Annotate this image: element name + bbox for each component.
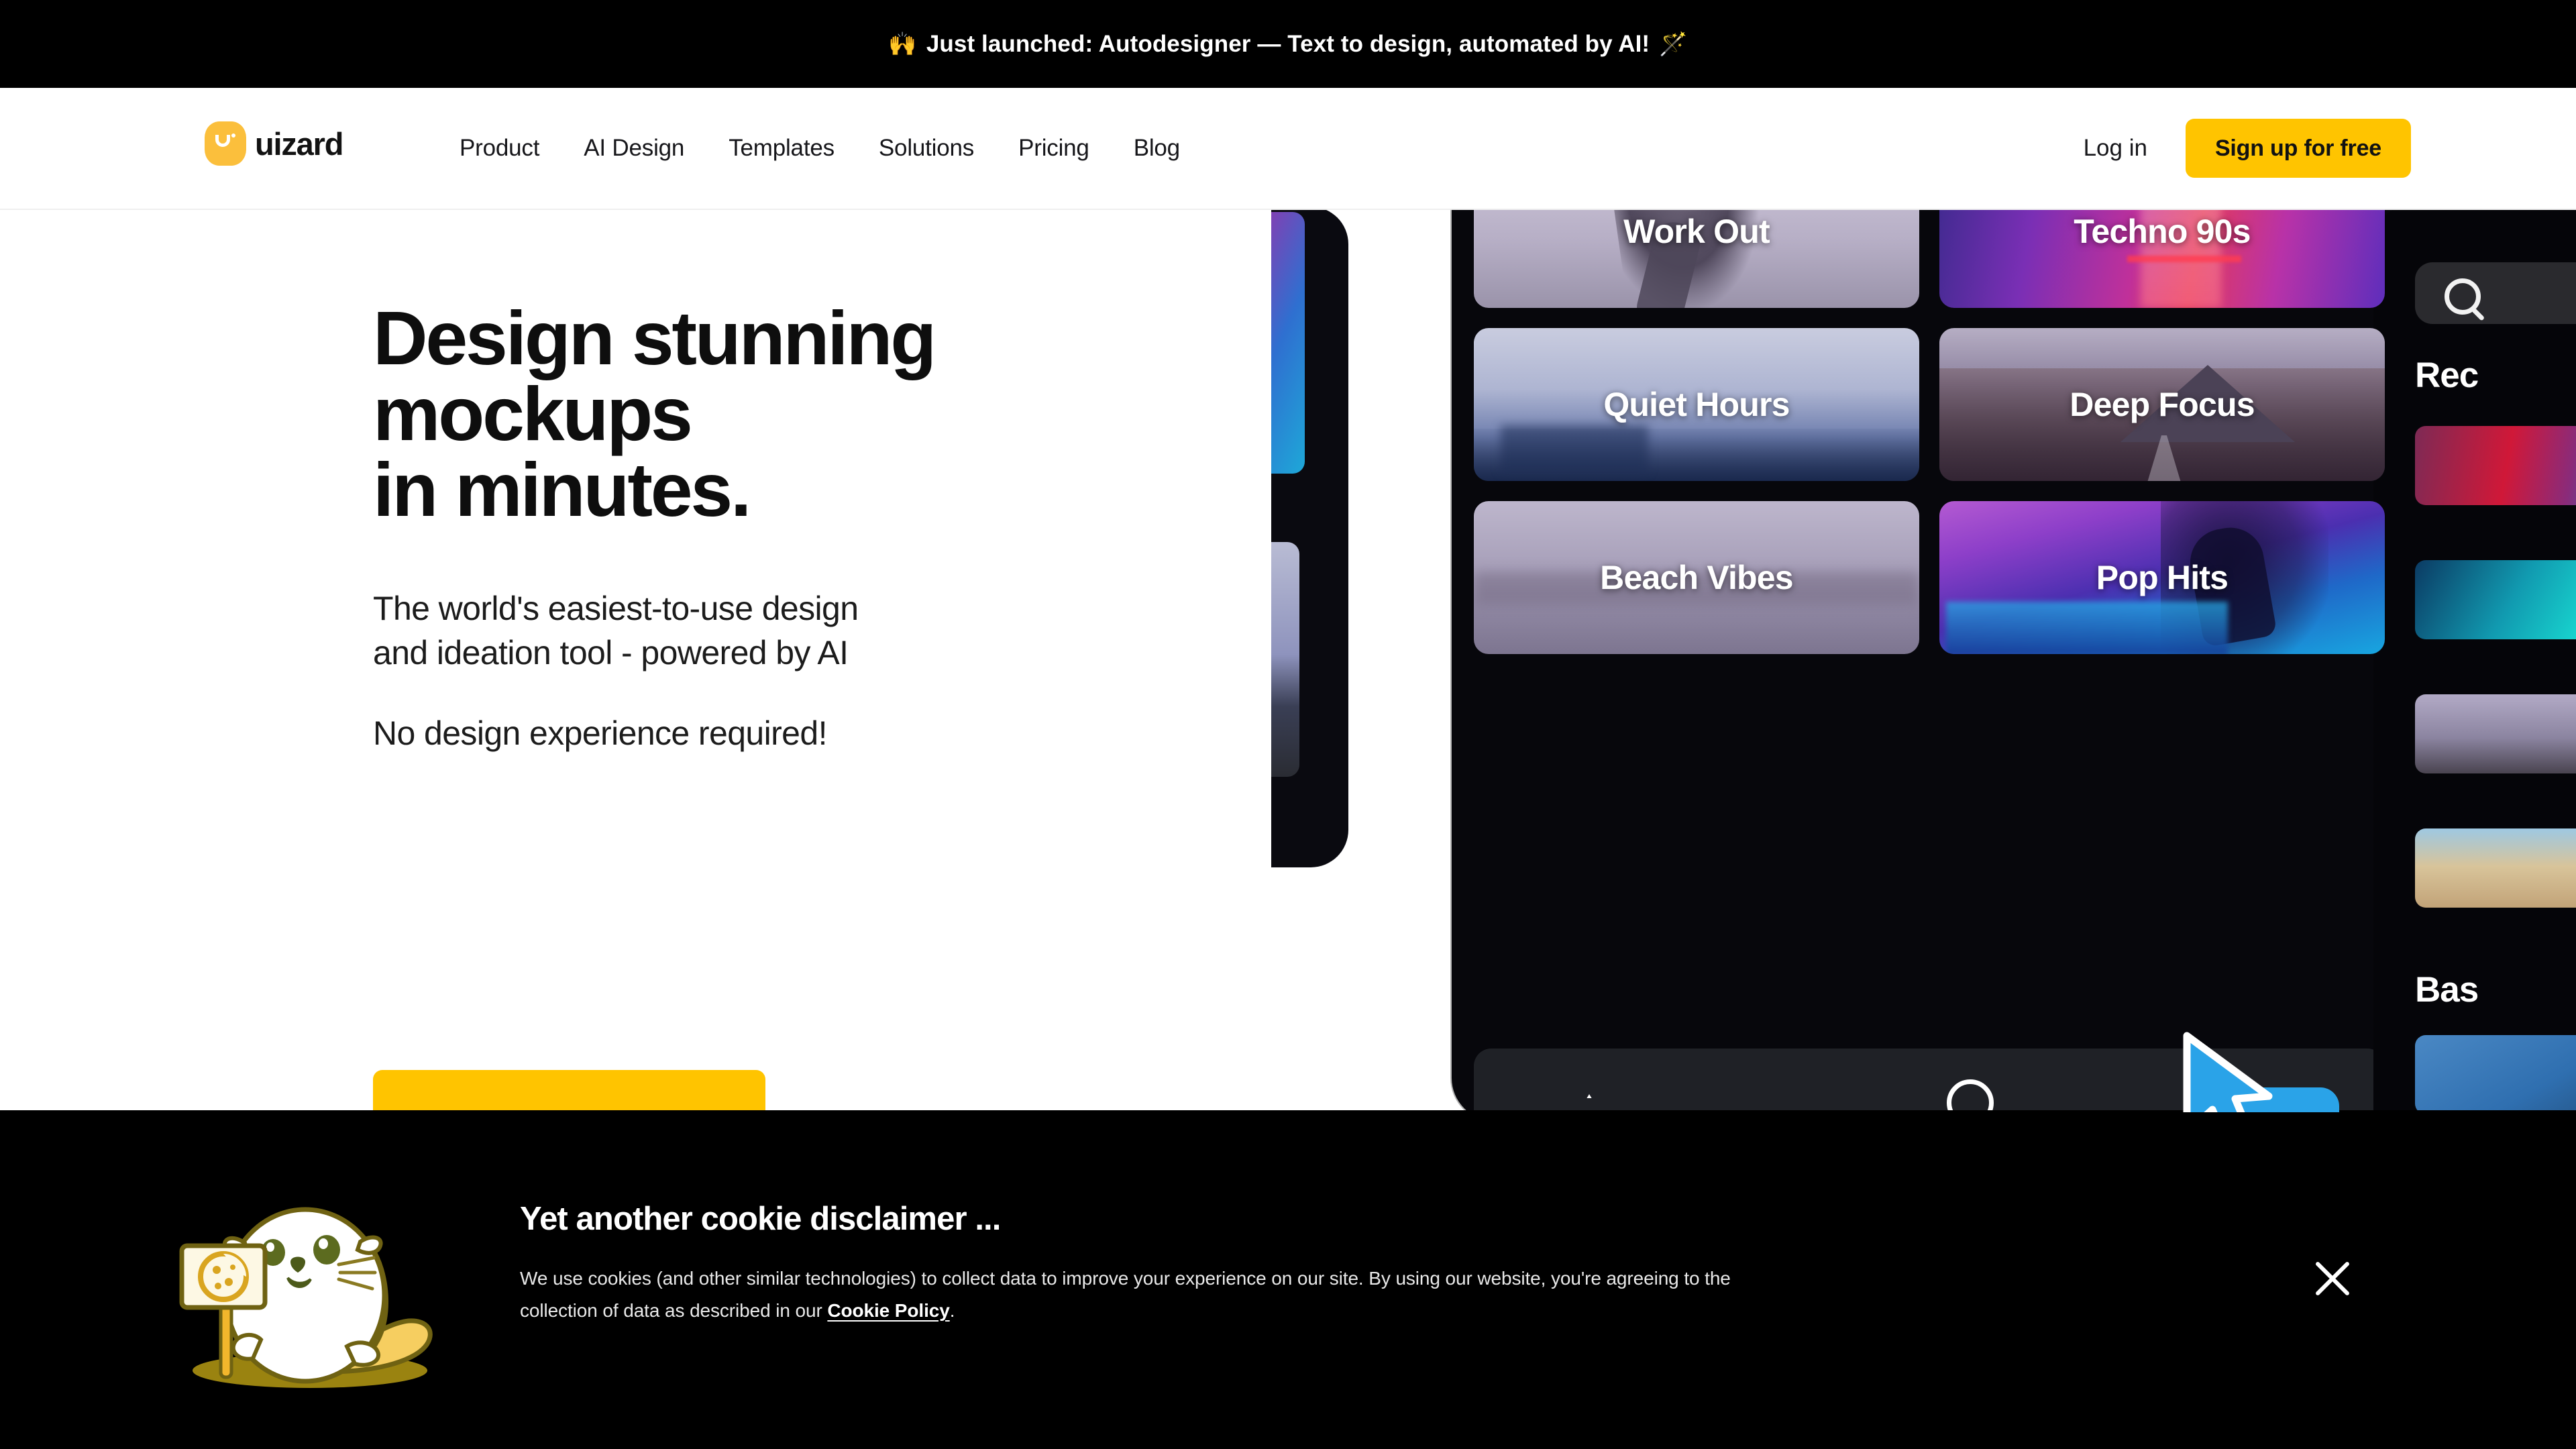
logo-home-link[interactable]: uizard [205,121,343,166]
tile-row: Work Out Techno 90s [1474,210,2385,308]
hero-cta-button[interactable] [373,1070,765,1112]
hero-section: Design stunning mockups in minutes. The … [0,210,2576,1112]
signup-button[interactable]: Sign up for free [2185,119,2411,178]
hero-note: No design experience required! [373,714,827,752]
right-phone-list-item[interactable] [2415,560,2576,639]
cookie-banner-body: We use cookies (and other similar techno… [520,1236,1781,1327]
right-phone-list-item[interactable] [2415,828,2576,908]
logo-wordmark: uizard [255,125,343,162]
login-link[interactable]: Log in [2084,135,2147,162]
logo-smile-shape [215,135,230,147]
phone-mockup-main: Work Out Techno 90s Quiet Hours Deep Foc… [1452,210,2408,1112]
phone-mockup-left [1271,210,1348,867]
cookie-body-part-1: We use cookies (and other similar techno… [520,1268,1731,1322]
search-icon[interactable] [1947,1079,1994,1112]
playlist-tile-quiet-hours[interactable]: Quiet Hours [1474,328,1919,481]
tile-label: Beach Vibes [1600,559,1793,596]
cookie-policy-link[interactable]: Cookie Policy [827,1300,949,1321]
hero-subtitle-line-2: and ideation tool - powered by AI [373,634,849,672]
hero-copy: Design stunning mockups in minutes. The … [373,210,1258,1112]
tile-figure-detail [1501,425,1648,472]
search-icon [2445,278,2481,315]
primary-nav-links: Product AI Design Templates Solutions Pr… [437,88,1202,209]
nav-item-templates[interactable]: Templates [706,135,857,162]
playlist-tile-pop-hits[interactable]: Pop Hits [1939,501,2385,654]
tile-label: Deep Focus [2070,386,2255,423]
main-navbar: uizard Product AI Design Templates Solut… [0,88,2576,210]
phone-mockup-right: Rec Bas [2373,210,2576,1112]
nav-item-solutions[interactable]: Solutions [857,135,996,162]
hero-title-line-1: Design stunning [373,296,936,380]
seal-mascot-illustration [159,1171,441,1392]
tile-row: Quiet Hours Deep Focus [1474,328,2385,481]
right-phone-list-item[interactable] [2415,694,2576,773]
right-phone-heading-based: Bas [2415,970,2479,1010]
playlist-tile-techno-90s[interactable]: Techno 90s [1939,210,2385,308]
left-phone-card-2 [1271,542,1299,777]
right-phone-list-item[interactable] [2415,426,2576,505]
hero-artwork: Work Out Techno 90s Quiet Hours Deep Foc… [1271,210,2576,1112]
playlist-tile-grid: Work Out Techno 90s Quiet Hours Deep Foc… [1474,210,2385,674]
cookie-text-block: Yet another cookie disclaimer ... We use… [520,1203,1794,1327]
nav-item-ai-design[interactable]: AI Design [561,135,706,162]
logo-dot-shape [231,133,235,138]
hero-title-line-2: mockups [373,372,693,456]
nav-actions: Log in Sign up for free [2084,88,2411,209]
nav-item-blog[interactable]: Blog [1112,135,1202,162]
close-icon[interactable] [2304,1250,2361,1307]
tile-label: Quiet Hours [1603,386,1790,423]
cookie-banner-title: Yet another cookie disclaimer ... [520,1201,1001,1237]
playlist-tile-work-out[interactable]: Work Out [1474,210,1919,308]
hero-subtitle: The world's easiest-to-use design and id… [373,528,1258,675]
hero-subtitle-line-1: The world's easiest-to-use design [373,590,859,627]
announcement-text: 🙌 Just launched: Autodesigner — Text to … [888,31,1687,58]
tile-label: Pop Hits [2096,559,2229,596]
right-phone-heading-recent: Rec [2415,356,2479,395]
announcement-banner[interactable]: 🙌 Just launched: Autodesigner — Text to … [0,0,2576,88]
right-phone-search-field[interactable] [2415,262,2576,324]
playlist-tile-deep-focus[interactable]: Deep Focus [1939,328,2385,481]
magic-wand-icon: 🪄 [1659,31,1688,57]
hero-title-line-3: in minutes. [373,447,751,532]
raised-hands-icon: 🙌 [888,31,917,57]
announcement-message: Just launched: Autodesigner — Text to de… [926,30,1650,57]
tile-figure-detail [2127,256,2241,262]
tile-figure-wave [1946,602,2228,654]
tile-label: Techno 90s [2074,213,2251,250]
tile-row: Beach Vibes Pop Hits [1474,501,2385,654]
cookie-body-part-2: . [949,1300,955,1322]
playlist-tile-beach-vibes[interactable]: Beach Vibes [1474,501,1919,654]
home-icon[interactable] [1564,1089,1606,1112]
right-phone-list-item[interactable] [2415,1035,2576,1112]
uizard-logo-icon [205,121,246,166]
nav-item-product[interactable]: Product [437,135,561,162]
page-title: Design stunning mockups in minutes. [373,210,1258,528]
left-phone-card-1 [1271,212,1305,474]
nav-item-pricing[interactable]: Pricing [996,135,1112,162]
tile-label: Work Out [1623,213,1770,250]
